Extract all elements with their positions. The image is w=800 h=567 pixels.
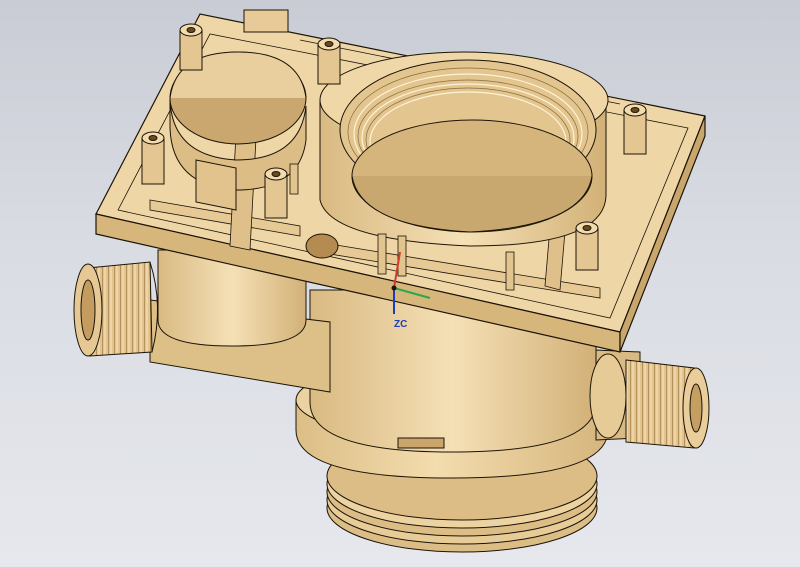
boss-mid [317,37,341,85]
plate-hole [305,233,339,259]
triad-z-label: ZC [394,319,408,330]
boss-lower-right [575,221,599,271]
triad-y-axis [393,287,431,299]
boss-right [623,103,647,155]
boss-left [141,131,165,185]
top-tab [243,9,289,33]
large-threaded-ring [319,51,609,247]
boss-center-left [264,167,288,219]
triad-x-axis [393,251,401,289]
boss-top-left [179,23,203,71]
coordinate-triad [391,251,431,314]
right-port [589,349,710,449]
cad-viewport[interactable]: ZC [0,0,800,567]
